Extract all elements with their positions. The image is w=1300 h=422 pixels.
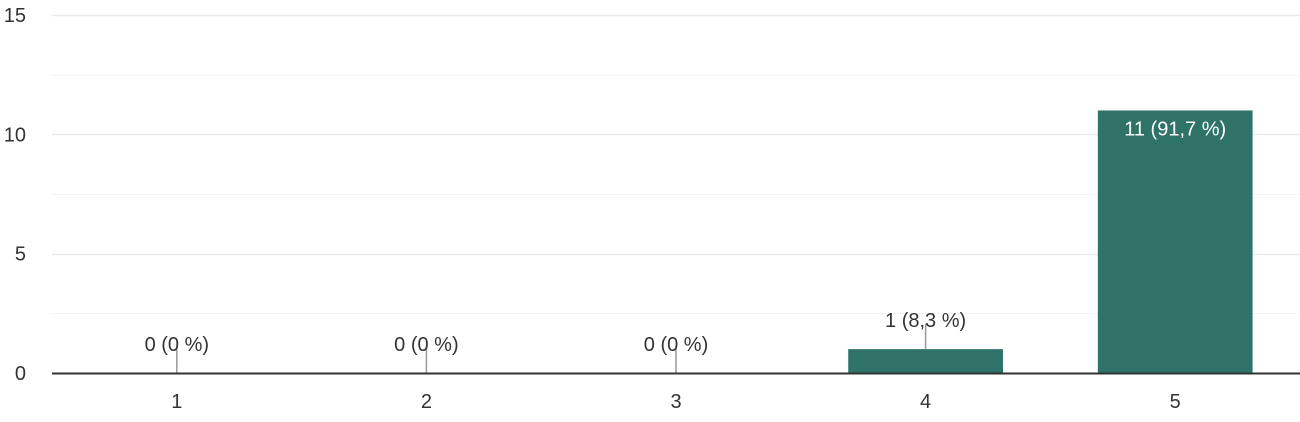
x-tick-label: 4 bbox=[920, 391, 931, 413]
y-tick-label: 15 bbox=[4, 5, 26, 27]
y-tick-label: 5 bbox=[15, 244, 26, 266]
data-label: 0 (0 %) bbox=[394, 334, 458, 356]
data-label: 11 (91,7 %) bbox=[1124, 118, 1226, 140]
data-label: 0 (0 %) bbox=[145, 334, 209, 356]
data-label: 0 (0 %) bbox=[644, 334, 708, 356]
y-tick-label: 10 bbox=[4, 124, 26, 146]
x-tick-label: 5 bbox=[1170, 391, 1181, 413]
bar-chart: 0 5 10 15 1 0 (0 %) 2 0 (0 %) 3 0 (0 %) 4 1 (8,3 %)… bbox=[4, 5, 1300, 413]
y-tick-label: 0 bbox=[15, 363, 26, 385]
x-tick-label: 3 bbox=[670, 391, 681, 413]
bar bbox=[848, 349, 1003, 373]
bar bbox=[1097, 110, 1253, 373]
data-label: 1 (8,3 %) bbox=[885, 310, 966, 332]
x-tick-label: 2 bbox=[421, 391, 432, 413]
x-tick-label: 1 bbox=[171, 391, 182, 413]
